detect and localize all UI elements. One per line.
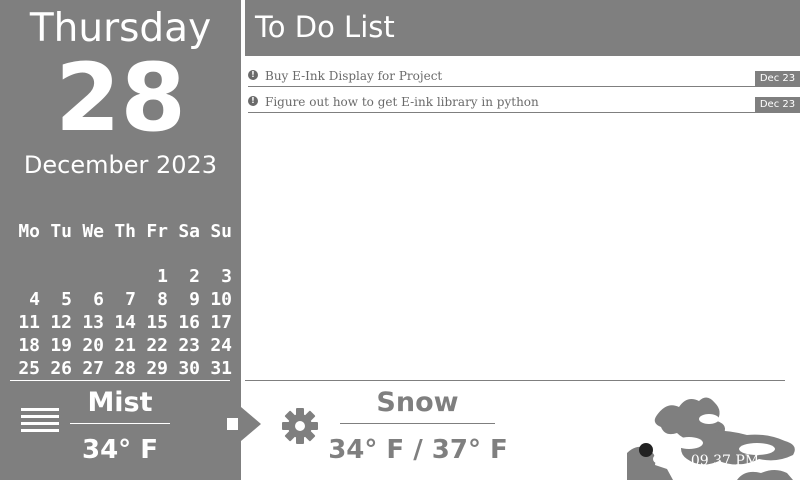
calendar-day: 21 bbox=[114, 335, 136, 356]
calendar-day: 25 bbox=[18, 358, 40, 379]
todo-item[interactable]: ! Figure out how to get E-ink library in… bbox=[248, 94, 800, 120]
calendar-day: 31 bbox=[210, 358, 232, 379]
calendar-day: 22 bbox=[146, 335, 168, 356]
todo-item-divider bbox=[248, 112, 800, 113]
mist-icon bbox=[21, 408, 59, 438]
month-calendar: Mo Tu We Th Fr Sa Su 1 2 3 4 5 6 7 8 9 1… bbox=[8, 220, 232, 380]
calendar-header-row: Mo Tu We Th Fr Sa Su bbox=[8, 220, 232, 243]
todo-item-date: Dec 23 bbox=[755, 97, 800, 112]
calendar-day: 24 bbox=[210, 335, 232, 356]
calendar-day: 4 bbox=[29, 289, 40, 310]
gear-icon bbox=[282, 408, 318, 444]
calendar-day: 30 bbox=[178, 358, 200, 379]
sidebar-divider bbox=[10, 380, 230, 381]
todo-item-date: Dec 23 bbox=[755, 71, 800, 86]
calendar-day: 16 bbox=[178, 312, 200, 333]
arrow-right-icon bbox=[224, 407, 261, 441]
calendar-week-row: 1 2 3 bbox=[8, 265, 232, 288]
calendar-day: 23 bbox=[178, 335, 200, 356]
calendar-week-row: 25 26 27 28 29 30 31 bbox=[8, 357, 232, 380]
todo-item-text: Buy E-Ink Display for Project bbox=[265, 69, 443, 83]
calendar-day: 18 bbox=[18, 335, 40, 356]
calendar-day: 1 bbox=[157, 266, 168, 287]
weekday-header: Th bbox=[114, 221, 136, 242]
calendar-day bbox=[72, 265, 104, 288]
calendar-day bbox=[8, 265, 40, 288]
todo-list: ! Buy E-Ink Display for Project Dec 23 !… bbox=[248, 68, 800, 120]
calendar-week-row: 18 19 20 21 22 23 24 bbox=[8, 334, 232, 357]
current-weather-temperature: 34° F bbox=[82, 435, 158, 465]
calendar-day: 28 bbox=[114, 358, 136, 379]
month-year: December 2023 bbox=[23, 151, 218, 179]
forecast-weather-condition: Snow bbox=[376, 387, 459, 418]
calendar-day bbox=[40, 265, 72, 288]
todo-item[interactable]: ! Buy E-Ink Display for Project Dec 23 bbox=[248, 68, 800, 94]
todo-header: To Do List bbox=[245, 0, 800, 56]
forecast-weather-divider bbox=[340, 423, 495, 424]
weekday-header: Su bbox=[210, 221, 232, 242]
info-bullet-icon: ! bbox=[248, 96, 258, 106]
calendar-day: 17 bbox=[210, 312, 232, 333]
forecast-weather-temperature: 34° F / 37° F bbox=[328, 435, 508, 465]
calendar-day: 2 bbox=[189, 266, 200, 287]
calendar-day: 10 bbox=[210, 289, 232, 310]
calendar-day: 14 bbox=[114, 312, 136, 333]
calendar-day: 3 bbox=[221, 266, 232, 287]
calendar-day: 6 bbox=[93, 289, 104, 310]
calendar-day: 13 bbox=[82, 312, 104, 333]
calendar-day: 26 bbox=[50, 358, 72, 379]
weekday-header: Sa bbox=[178, 221, 200, 242]
main-divider bbox=[245, 380, 785, 381]
todo-item-divider bbox=[248, 86, 800, 87]
calendar-day: 8 bbox=[157, 289, 168, 310]
current-weather-condition: Mist bbox=[87, 387, 153, 418]
info-bullet-icon: ! bbox=[248, 70, 258, 80]
calendar-week-row: 4 5 6 7 8 9 10 bbox=[8, 288, 232, 311]
calendar-week-row: 11 12 13 14 15 16 17 bbox=[8, 311, 232, 334]
todo-title: To Do List bbox=[255, 10, 395, 44]
calendar-day: 7 bbox=[125, 289, 136, 310]
weekday-header: We bbox=[82, 221, 104, 242]
calendar-day: 29 bbox=[146, 358, 168, 379]
date-sidebar: Thursday 28 December 2023 Mo Tu We Th Fr… bbox=[0, 0, 241, 480]
calendar-day: 27 bbox=[82, 358, 104, 379]
calendar-day: 9 bbox=[189, 289, 200, 310]
day-number: 28 bbox=[55, 44, 186, 153]
weekday-header: Fr bbox=[146, 221, 168, 242]
calendar-day: 11 bbox=[18, 312, 40, 333]
calendar-day: 5 bbox=[61, 289, 72, 310]
clock-time: 09 37 PM bbox=[690, 453, 760, 469]
calendar-day: 15 bbox=[146, 312, 168, 333]
todo-item-text: Figure out how to get E-ink library in p… bbox=[265, 95, 539, 109]
current-weather-divider bbox=[70, 423, 170, 424]
weekday-header: Mo bbox=[18, 221, 40, 242]
weekday-header: Tu bbox=[50, 221, 72, 242]
calendar-day: 20 bbox=[82, 335, 104, 356]
calendar-day: 19 bbox=[50, 335, 72, 356]
calendar-day: 12 bbox=[50, 312, 72, 333]
calendar-day bbox=[104, 265, 136, 288]
